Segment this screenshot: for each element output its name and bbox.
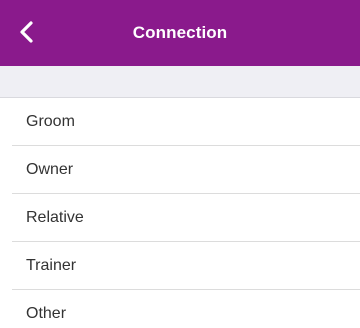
navigation-bar: Connection: [0, 0, 360, 66]
connection-options-list: Groom Owner Relative Trainer Other: [0, 98, 360, 328]
section-header: [0, 66, 360, 98]
connection-screen: Connection Groom Owner Relative Trainer …: [0, 0, 360, 328]
list-item-label: Other: [26, 305, 67, 322]
back-button[interactable]: [10, 15, 44, 49]
list-item-relative[interactable]: Relative: [0, 194, 360, 242]
list-item-label: Trainer: [26, 257, 77, 274]
chevron-left-icon: [20, 21, 33, 43]
list-item-label: Owner: [26, 161, 74, 178]
list-item-other[interactable]: Other: [0, 290, 360, 328]
list-item-owner[interactable]: Owner: [0, 146, 360, 194]
page-title: Connection: [132, 23, 228, 42]
list-item-groom[interactable]: Groom: [0, 98, 360, 146]
list-item-trainer[interactable]: Trainer: [0, 242, 360, 290]
list-item-label: Relative: [26, 209, 84, 226]
list-item-label: Groom: [26, 113, 75, 130]
